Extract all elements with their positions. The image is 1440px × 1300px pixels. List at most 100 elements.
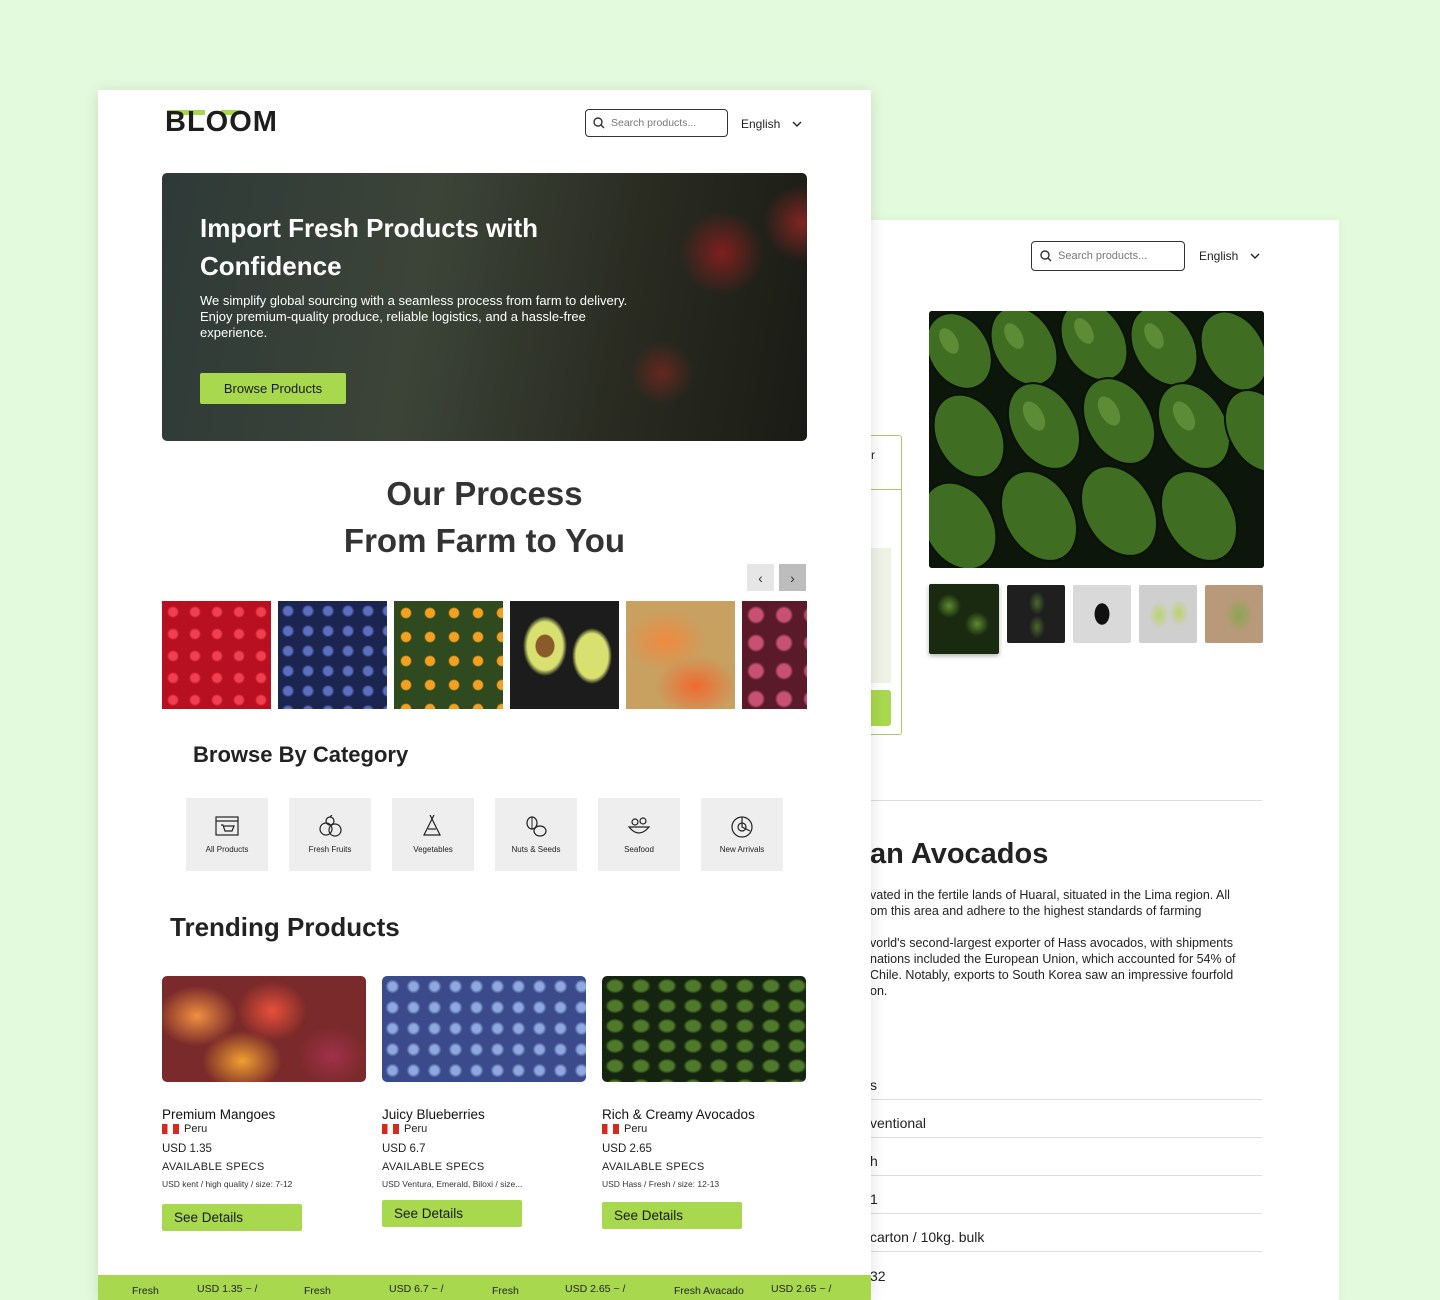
thumbnail-5[interactable] [1205, 585, 1263, 643]
spec-table: s ventional h 1 carton / 10kg. bulk 32 [870, 1062, 1262, 1290]
category-all-products[interactable]: All Products [186, 798, 268, 871]
product-name[interactable]: Juicy Blueberries [382, 1107, 586, 1122]
search-placeholder: Search products... [1058, 250, 1148, 262]
oranges-image [394, 601, 503, 709]
category-list: All Products Fresh Fruits Vegetables Nut… [186, 798, 783, 871]
browse-category-title: Browse By Category [193, 742, 409, 767]
product-card: Rich & Creamy Avocados Peru USD 2.65 AVA… [602, 976, 806, 1229]
nuts-icon [526, 816, 547, 837]
blueberries-image [278, 601, 387, 709]
peru-flag-icon [162, 1124, 179, 1134]
search-placeholder: Search products... [611, 117, 697, 129]
specs-heading: AVAILABLE SPECS [162, 1161, 265, 1173]
spec-row: 1 [870, 1176, 1262, 1214]
ticker-label: Fresh Avacado [674, 1285, 744, 1297]
thumbnail-4[interactable] [1139, 585, 1197, 643]
spec-row: h [870, 1138, 1262, 1176]
peru-flag-icon [382, 1124, 399, 1134]
carousel-next-button[interactable]: › [779, 564, 806, 591]
process-carousel [162, 601, 807, 709]
see-details-button[interactable]: See Details [382, 1200, 522, 1227]
price-ticker: Fresh USD 1.35 ~ / Fresh USD 6.7 ~ / Fre… [98, 1275, 871, 1300]
ticker-price: USD 2.65 ~ / [565, 1283, 626, 1295]
product-price: USD 6.7 [382, 1143, 426, 1155]
product-name[interactable]: Rich & Creamy Avocados [602, 1107, 806, 1122]
seafood-icon [627, 817, 651, 834]
product-specs: USD kent / high quality / size: 7-12 [162, 1179, 293, 1189]
spec-row: carton / 10kg. bulk [870, 1214, 1262, 1252]
product-title: an Avocados [870, 838, 1049, 870]
specs-heading: AVAILABLE SPECS [602, 1161, 705, 1173]
peru-flag-icon [602, 1124, 619, 1134]
thumbnail-1[interactable] [929, 584, 999, 654]
form-header-text: r [871, 448, 875, 462]
chevron-down-icon [1250, 253, 1260, 259]
browse-products-button[interactable]: Browse Products [200, 373, 346, 404]
cart-icon [215, 816, 239, 836]
category-label: Vegetables [413, 845, 453, 854]
see-details-button[interactable]: See Details [602, 1202, 742, 1229]
trending-title: Trending Products [170, 912, 400, 942]
vegetables-icon [423, 815, 441, 836]
product-specs: USD Ventura, Emerald, Biloxi / size... [382, 1179, 523, 1189]
logo[interactable]: BLOOM [165, 106, 278, 139]
thumbnail-3[interactable] [1073, 585, 1131, 643]
hero-text: We simplify global sourcing with a seaml… [200, 293, 628, 340]
product-price: USD 1.35 [162, 1143, 212, 1155]
product-image[interactable] [382, 976, 586, 1082]
category-seafood[interactable]: Seafood [598, 798, 680, 871]
product-specs: USD Hass / Fresh / size: 12-13 [602, 1179, 720, 1189]
ticker-label: Fresh [304, 1285, 331, 1297]
search-icon [1040, 250, 1052, 262]
language-select[interactable]: English [741, 117, 802, 131]
category-new-arrivals[interactable]: New Arrivals [701, 798, 783, 871]
new-arrivals-icon [731, 816, 753, 838]
category-label: Seafood [624, 845, 654, 854]
product-image[interactable] [602, 976, 806, 1082]
search-input[interactable]: Search products... [1031, 241, 1185, 271]
ticker-price: USD 1.35 ~ / [197, 1283, 258, 1295]
ticker-price: USD 2.65 ~ / [771, 1283, 832, 1295]
fruits-icon [319, 815, 342, 837]
spec-row: ventional [870, 1100, 1262, 1138]
product-origin: Peru [602, 1123, 806, 1135]
lychees-image [742, 601, 807, 709]
process-title: Our Process From Farm to You [343, 475, 626, 559]
product-description: vated in the fertile lands of Huaral, si… [870, 888, 1236, 998]
language-label: English [741, 117, 781, 131]
hero-banner: Import Fresh Products with Confidence We… [162, 173, 807, 441]
product-price: USD 2.65 [602, 1143, 652, 1155]
product-name[interactable]: Premium Mangoes [162, 1107, 366, 1122]
category-nuts-seeds[interactable]: Nuts & Seeds [495, 798, 577, 871]
language-label: English [1199, 249, 1239, 263]
category-vegetables[interactable]: Vegetables [392, 798, 474, 871]
product-image[interactable] [162, 976, 366, 1082]
divider [870, 800, 1262, 801]
chevron-down-icon [792, 121, 802, 127]
search-input[interactable]: Search products... [585, 109, 728, 137]
product-card: Juicy Blueberries Peru USD 6.7 AVAILABLE… [382, 976, 586, 1227]
category-fresh-fruits[interactable]: Fresh Fruits [289, 798, 371, 871]
ticker-price: USD 6.7 ~ / [389, 1283, 444, 1295]
home-page: BLOOM Search products... English Import … [98, 90, 871, 1300]
thumbnail-2[interactable] [1007, 585, 1065, 643]
ticker-label: Fresh [132, 1285, 159, 1297]
language-select[interactable]: English [1199, 249, 1260, 263]
see-details-button[interactable]: See Details [162, 1204, 302, 1231]
carousel-prev-button[interactable]: ‹ [747, 564, 774, 591]
search-icon [593, 117, 605, 129]
mangoes-image [626, 601, 735, 709]
ticker-label: Fresh [492, 1285, 519, 1297]
category-label: Fresh Fruits [308, 845, 352, 854]
category-label: Nuts & Seeds [511, 845, 561, 854]
category-label: New Arrivals [719, 845, 765, 854]
hero-title: Import Fresh Products with Confidence [200, 213, 539, 281]
product-origin: Peru [382, 1123, 586, 1135]
spec-row: s [870, 1062, 1262, 1100]
product-card: Premium Mangoes Peru USD 1.35 AVAILABLE … [162, 976, 366, 1231]
logo-text: BLOOM [165, 106, 278, 138]
product-main-image [929, 311, 1264, 568]
specs-heading: AVAILABLE SPECS [382, 1161, 485, 1173]
spec-row: 32 [870, 1268, 886, 1284]
avocado-halves-image [510, 601, 619, 709]
